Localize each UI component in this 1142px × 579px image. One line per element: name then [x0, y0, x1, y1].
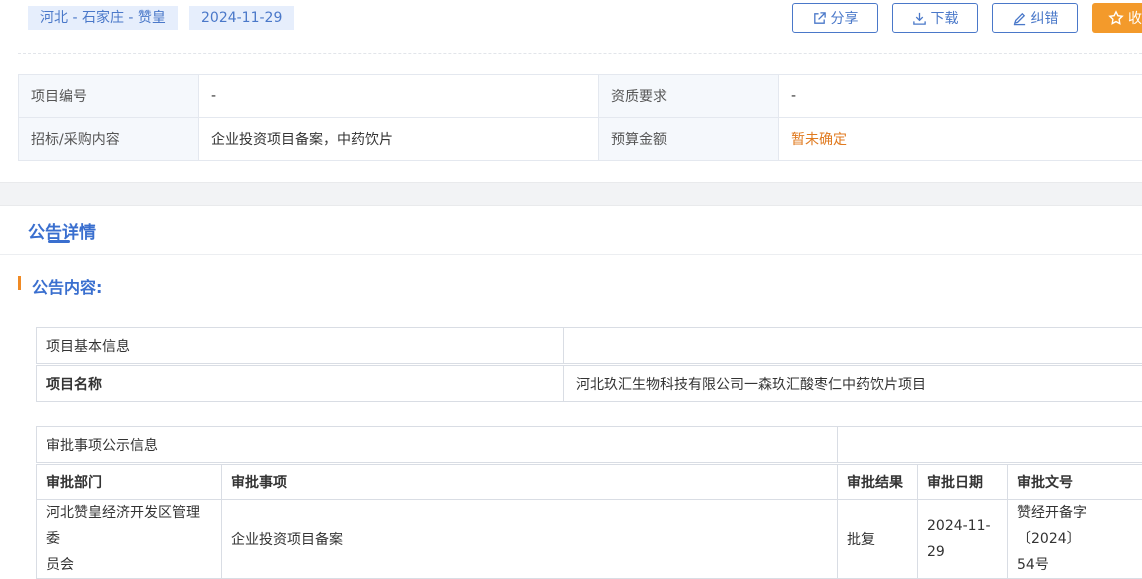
approval-date-line1: 2024-11-	[927, 513, 998, 539]
approval-dept-line2: 员会	[46, 552, 212, 578]
download-icon	[912, 11, 927, 26]
approval-doc-line2: 54号	[1017, 552, 1136, 578]
approval-header: 审批事项公示信息	[37, 427, 838, 463]
column-header-result: 审批结果	[838, 465, 918, 500]
project-name-value: 河北玖汇生物科技有限公司一森玖汇酸枣仁中药饮片项目	[564, 366, 1142, 402]
column-header-date: 审批日期	[918, 465, 1008, 500]
approval-doc-cell: 赞经开备字〔2024〕 54号	[1008, 500, 1142, 579]
table-row: 河北赞皇经济开发区管理委 员会 企业投资项目备案 批复 2024-11- 29 …	[37, 500, 1142, 579]
approval-date-cell: 2024-11- 29	[918, 500, 1008, 579]
section-band	[0, 182, 1142, 206]
tab-active-indicator	[48, 240, 70, 243]
share-icon	[812, 11, 827, 26]
correct-label: 纠错	[1031, 8, 1059, 28]
project-name-label: 项目名称	[37, 366, 564, 402]
procurement-content-value: 企业投资项目备案，中药饮片	[199, 118, 599, 161]
project-info-table: 项目编号 - 资质要求 - 招标/采购内容 企业投资项目备案，中药饮片 预算金额…	[18, 74, 1142, 161]
region-tag: 河北 - 石家庄 - 赞皇	[28, 6, 178, 30]
table-row: 项目名称 河北玖汇生物科技有限公司一森玖汇酸枣仁中药饮片项目	[37, 366, 1142, 402]
download-button[interactable]: 下载	[892, 3, 978, 33]
table-row: 项目基本信息	[37, 328, 1142, 364]
basic-info-table: 项目基本信息 项目名称 河北玖汇生物科技有限公司一森玖汇酸枣仁中药饮片项目	[36, 327, 1142, 402]
column-header-doc-number: 审批文号	[1008, 465, 1142, 500]
divider	[18, 53, 1142, 54]
date-tag: 2024-11-29	[189, 6, 294, 30]
section-accent-bar	[18, 276, 21, 290]
empty-cell	[838, 427, 1142, 463]
qualification-label: 资质要求	[599, 75, 779, 118]
approval-table: 审批事项公示信息 审批部门 审批事项 审批结果 审批日期 审批文号 河北赞皇经济…	[36, 426, 1142, 579]
table-row: 招标/采购内容 企业投资项目备案，中药饮片 预算金额 暂未确定	[19, 118, 1142, 161]
approval-result-cell: 批复	[838, 500, 918, 579]
star-icon	[1108, 10, 1124, 26]
project-number-value: -	[199, 75, 599, 118]
column-header-item: 审批事项	[222, 465, 838, 500]
correct-button[interactable]: 纠错	[992, 3, 1078, 33]
basic-info-header: 项目基本信息	[37, 328, 564, 364]
table-row: 审批事项公示信息	[37, 427, 1142, 463]
share-button[interactable]: 分享	[792, 3, 878, 33]
approval-date-line2: 29	[927, 539, 998, 565]
empty-cell	[564, 328, 1142, 364]
column-header-dept: 审批部门	[37, 465, 222, 500]
approval-item-cell: 企业投资项目备案	[222, 500, 838, 579]
procurement-content-label: 招标/采购内容	[19, 118, 199, 161]
budget-value: 暂未确定	[779, 118, 1142, 161]
budget-label: 预算金额	[599, 118, 779, 161]
share-label: 分享	[831, 8, 859, 28]
table-row: 审批部门 审批事项 审批结果 审批日期 审批文号	[37, 465, 1142, 500]
collect-label: 收	[1128, 8, 1142, 28]
approval-dept-cell: 河北赞皇经济开发区管理委 员会	[37, 500, 222, 579]
project-number-label: 项目编号	[19, 75, 199, 118]
download-label: 下载	[931, 8, 959, 28]
approval-doc-line1: 赞经开备字〔2024〕	[1017, 500, 1136, 552]
collect-button[interactable]: 收	[1092, 3, 1142, 33]
section-title: 公告内容:	[32, 274, 102, 298]
table-row: 项目编号 - 资质要求 -	[19, 75, 1142, 118]
qualification-value: -	[779, 75, 1142, 118]
pencil-icon	[1012, 11, 1027, 26]
divider	[0, 254, 1142, 255]
approval-dept-line1: 河北赞皇经济开发区管理委	[46, 500, 212, 552]
